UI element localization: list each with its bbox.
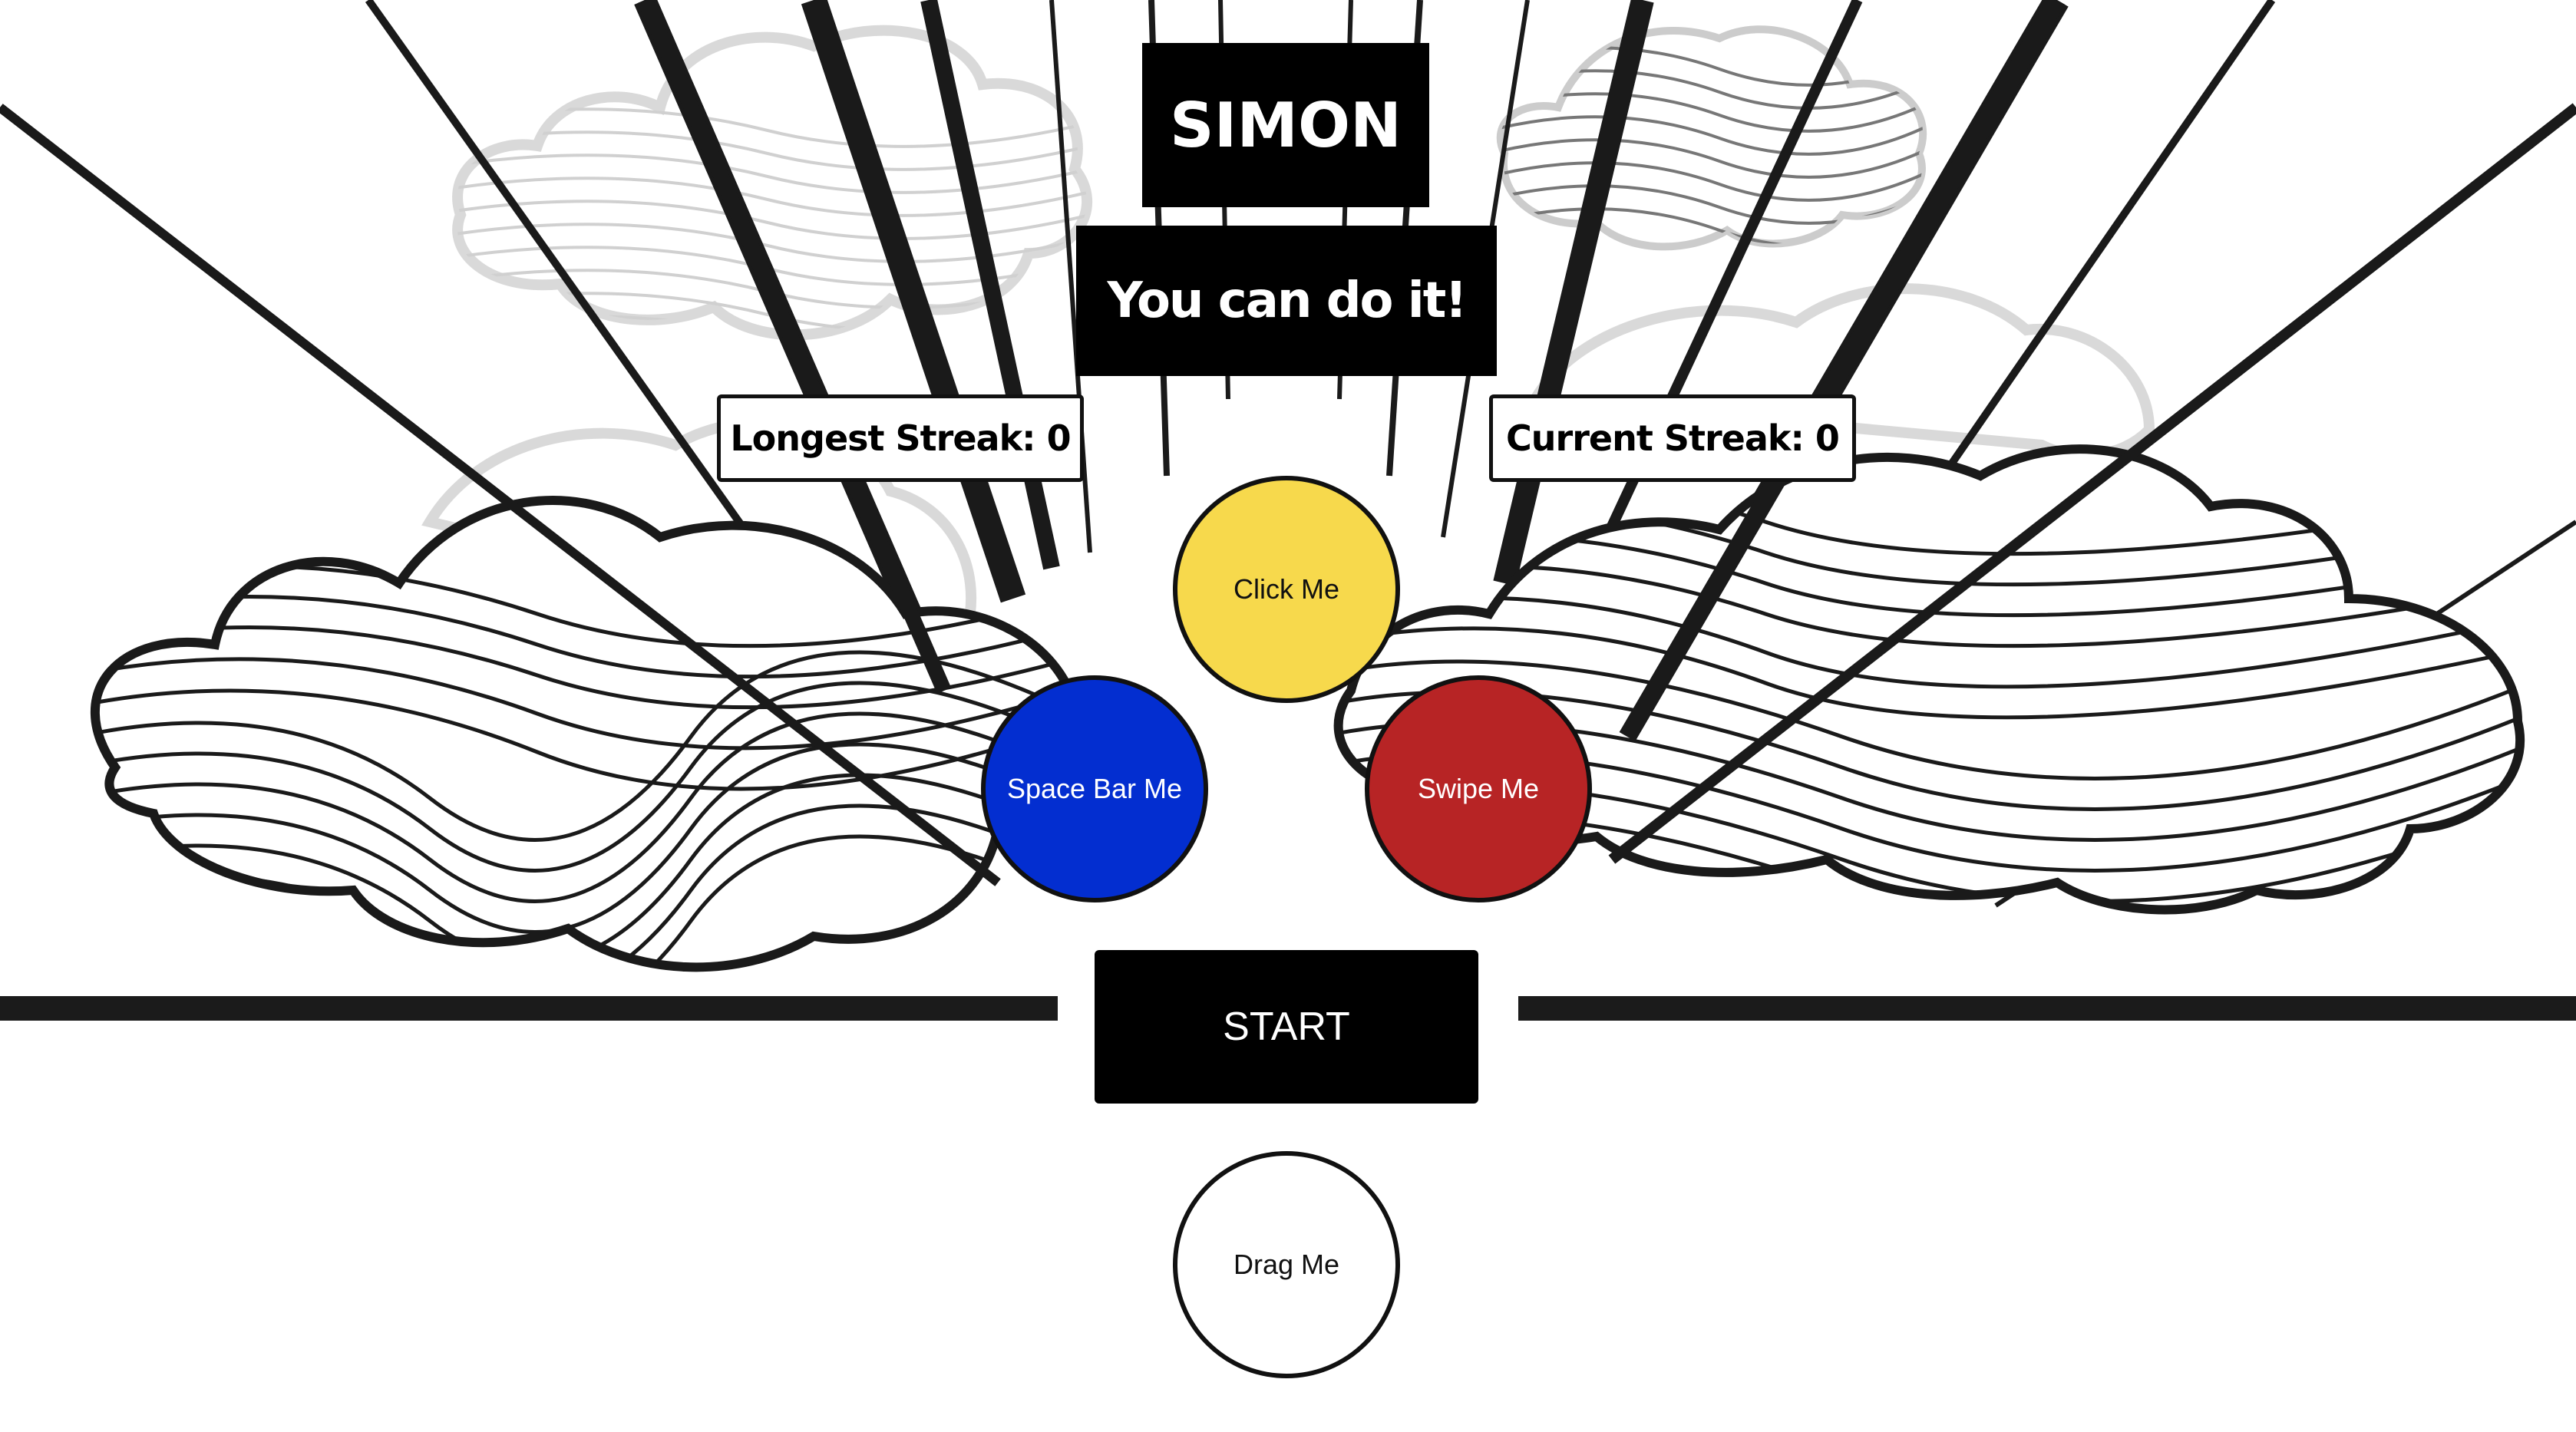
blue-spacebar-button[interactable]: Space Bar Me: [981, 675, 1208, 902]
divider-line-left: [0, 996, 1058, 1021]
current-streak-counter: Current Streak: 0: [1489, 394, 1856, 482]
divider-line-right: [1518, 996, 2576, 1021]
yellow-click-button[interactable]: Click Me: [1173, 476, 1400, 703]
start-button[interactable]: START: [1095, 950, 1478, 1104]
drag-me-button[interactable]: Drag Me: [1173, 1151, 1400, 1378]
red-swipe-button[interactable]: Swipe Me: [1365, 675, 1592, 902]
game-title: SIMON: [1142, 43, 1429, 207]
encouragement-message: You can do it!: [1076, 226, 1497, 376]
longest-streak-counter: Longest Streak: 0: [717, 394, 1084, 482]
